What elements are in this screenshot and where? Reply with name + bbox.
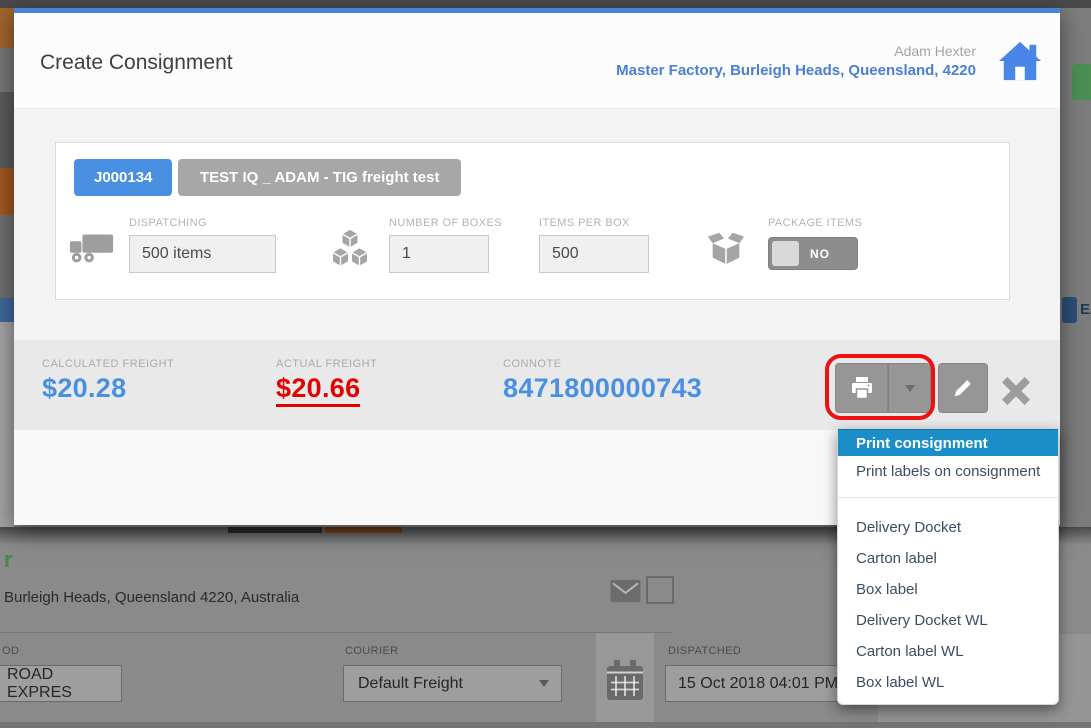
truck-icon (68, 231, 116, 265)
courier-label: COURIER (345, 645, 399, 657)
actual-freight-group: ACTUAL FREIGHT $20.66 (276, 358, 377, 407)
background-orange-block (0, 8, 14, 48)
number-of-boxes-label: NUMBER OF BOXES (389, 217, 502, 229)
print-options-menu: Print consignment Print labels on consig… (837, 428, 1059, 705)
user-block: Adam Hexter Master Factory, Burleigh Hea… (616, 43, 976, 79)
menu-item-delivery-docket[interactable]: Delivery Docket (838, 512, 1058, 543)
toggle-state-label: NO (810, 246, 830, 261)
job-number-button[interactable]: J000134 (74, 159, 173, 196)
background-orange-block-2 (0, 168, 14, 215)
dispatching-input[interactable] (129, 235, 276, 273)
edit-button[interactable] (938, 363, 988, 413)
menu-item-box-label-wl[interactable]: Box label WL (838, 667, 1058, 698)
background-top-bar (0, 0, 1091, 8)
boxes-icon (329, 227, 371, 271)
page-title: Create Consignment (40, 51, 233, 74)
export-icon (1062, 297, 1077, 323)
menu-item-print-labels[interactable]: Print labels on consignment (838, 456, 1058, 487)
menu-item-box-label[interactable]: Box label (838, 574, 1058, 605)
menu-item-print-consignment[interactable]: Print consignment (838, 429, 1058, 456)
package-items-toggle[interactable]: NO (768, 237, 858, 270)
courier-select: Default Freight (343, 665, 562, 702)
toggle-knob (772, 241, 799, 266)
items-per-box-label: ITEMS PER BOX (539, 217, 630, 229)
actual-freight-label: ACTUAL FREIGHT (276, 358, 378, 370)
background-address: Burleigh Heads, Queensland 4220, Austral… (4, 589, 300, 606)
calculated-freight-value: $20.28 (42, 373, 127, 403)
home-icon[interactable] (996, 40, 1044, 82)
pencil-icon (954, 380, 971, 397)
calculated-freight-group: CALCULATED FREIGHT $20.28 (42, 358, 174, 404)
dispatched-label: DISPATCHED (668, 645, 742, 657)
chevron-down-icon (904, 384, 915, 392)
background-dark-block (0, 92, 14, 168)
connote-label: CONNOTE (503, 358, 562, 370)
background-left-strip (0, 8, 14, 527)
menu-item-carton-label-wl[interactable]: Carton label WL (838, 636, 1058, 667)
chevron-down-icon (539, 680, 549, 687)
background-block-2 (0, 215, 14, 298)
user-location: Master Factory, Burleigh Heads, Queensla… (616, 62, 976, 79)
user-name: Adam Hexter (894, 43, 976, 59)
print-button[interactable] (835, 363, 888, 413)
menu-spacer (838, 498, 1058, 512)
method-field: ROAD EXPRES (0, 665, 122, 702)
connote-group: CONNOTE 8471800000743 (503, 358, 702, 404)
close-icon[interactable] (999, 375, 1035, 407)
background-light-block (0, 322, 14, 527)
print-options-button[interactable] (888, 363, 931, 413)
background-block (0, 48, 14, 92)
menu-item-delivery-docket-wl[interactable]: Delivery Docket WL (838, 605, 1058, 636)
dispatching-label: DISPATCHING (129, 217, 207, 229)
export-label: Ex (1080, 301, 1091, 318)
menu-spacer (838, 487, 1058, 497)
calculated-freight-label: CALCULATED FREIGHT (42, 358, 175, 370)
number-of-boxes-input[interactable] (389, 235, 489, 273)
background-blue-fragment (0, 298, 14, 322)
menu-item-carton-label[interactable]: Carton label (838, 543, 1058, 574)
items-per-box-input[interactable] (539, 235, 649, 273)
connote-value: 8471800000743 (503, 373, 703, 403)
envelope-icon (610, 579, 641, 603)
job-name-button[interactable]: TEST IQ _ ADAM - TIG freight test (178, 159, 462, 196)
printer-icon (851, 377, 872, 400)
job-box: J000134 TEST IQ _ ADAM - TIG freight tes… (55, 142, 1010, 300)
package-items-label: PACKAGE ITEMS (768, 217, 863, 229)
courier-select-value: Default Freight (358, 674, 463, 692)
package-icon (706, 229, 746, 269)
checkbox-outline (646, 576, 674, 604)
background-divider (0, 632, 672, 633)
calendar-icon (606, 659, 644, 701)
modal-header: Create Consignment Adam Hexter Master Fa… (14, 13, 1060, 109)
background-green-button-fragment (1072, 64, 1091, 100)
background-bottom-band (0, 722, 1091, 728)
method-label: OD (2, 645, 20, 657)
background-partial-heading: r (4, 547, 13, 572)
actual-freight-value[interactable]: $20.66 (276, 373, 361, 407)
